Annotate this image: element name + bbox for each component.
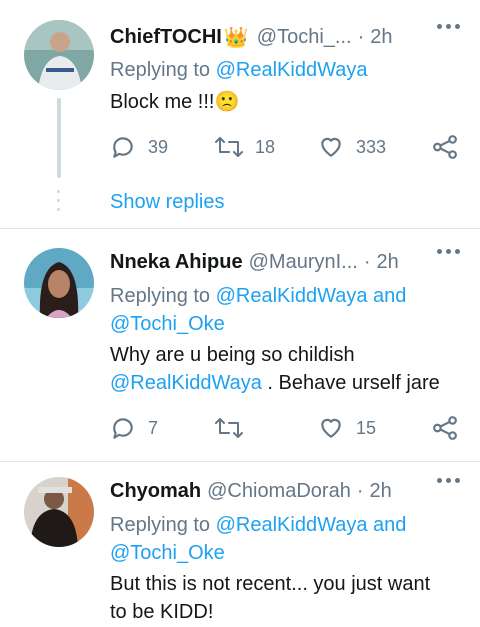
share-button[interactable] bbox=[432, 132, 458, 162]
timestamp[interactable]: 2h bbox=[377, 251, 399, 274]
timestamp[interactable]: 2h bbox=[370, 26, 392, 49]
tweet-text-line1: But this is not recent... you just want bbox=[110, 573, 431, 595]
separator-dot: · bbox=[357, 25, 365, 48]
tweet-chyomah[interactable]: Chyomah @ChiomaDorah · 2h Replying to @R… bbox=[0, 462, 480, 627]
avatar[interactable] bbox=[24, 477, 94, 547]
replying-prefix: Replying to bbox=[110, 514, 211, 536]
reply-icon bbox=[113, 418, 133, 439]
retweet-count: 18 bbox=[255, 136, 276, 157]
replying-and: and bbox=[373, 514, 407, 536]
replying-mention[interactable]: @RealKiddWaya bbox=[216, 514, 368, 536]
reply-count: 39 bbox=[148, 136, 169, 157]
like-button[interactable]: 15 bbox=[318, 413, 376, 443]
user-handle[interactable]: @ChiomaDorah bbox=[207, 480, 351, 503]
crown-emoji: 👑 bbox=[223, 26, 249, 49]
tweet-text: Why are u being so childish @RealKiddWay… bbox=[110, 341, 460, 397]
tweet-text: But this is not recent... you just want … bbox=[110, 570, 460, 626]
more-icon[interactable] bbox=[437, 249, 460, 254]
replying-mention[interactable]: @RealKiddWaya bbox=[216, 285, 368, 307]
show-replies-link[interactable]: Show replies bbox=[110, 191, 225, 214]
reply-button[interactable]: 7 bbox=[110, 413, 158, 443]
tweet-nneka[interactable]: Nneka Ahipue @MaurynI... · 2h Replying t… bbox=[0, 229, 480, 461]
retweet-icon bbox=[215, 137, 243, 157]
retweet-icon bbox=[215, 418, 243, 438]
like-icon bbox=[321, 137, 341, 157]
like-icon bbox=[321, 418, 341, 438]
retweet-button[interactable] bbox=[215, 413, 255, 443]
share-button[interactable] bbox=[432, 413, 458, 443]
tweet-header: ChiefTOCHI 👑 @Tochi_... · 2h bbox=[110, 22, 460, 52]
tweet-chieftochi[interactable]: ChiefTOCHI 👑 @Tochi_... · 2h Replying to… bbox=[0, 0, 480, 225]
thread-line bbox=[57, 98, 61, 178]
avatar[interactable] bbox=[24, 248, 94, 318]
display-name[interactable]: Nneka Ahipue bbox=[110, 251, 243, 274]
replying-line: Replying to @RealKiddWaya and @Tochi_Oke bbox=[110, 282, 460, 338]
replying-line: Replying to @RealKiddWaya bbox=[110, 56, 460, 84]
user-handle[interactable]: @Tochi_... bbox=[257, 26, 352, 49]
display-name[interactable]: Chyomah bbox=[110, 480, 201, 503]
like-count: 333 bbox=[356, 136, 387, 157]
reply-button[interactable]: 39 bbox=[110, 132, 168, 162]
timestamp[interactable]: 2h bbox=[370, 480, 392, 503]
share-icon bbox=[433, 135, 457, 159]
replying-mention[interactable]: @RealKiddWaya bbox=[216, 59, 368, 81]
replying-mention-2[interactable]: @Tochi_Oke bbox=[110, 542, 225, 564]
replying-and: and bbox=[373, 285, 407, 307]
like-count: 15 bbox=[356, 417, 377, 438]
reply-count: 7 bbox=[148, 417, 159, 438]
tweet-text-line2: . Behave urself jare bbox=[267, 372, 440, 394]
separator-dot: · bbox=[363, 250, 371, 273]
display-name[interactable]: ChiefTOCHI bbox=[110, 26, 222, 49]
tweet-actions: 7 15 bbox=[110, 413, 460, 443]
more-icon[interactable] bbox=[437, 24, 460, 29]
tweet-actions: 39 18 333 bbox=[110, 132, 460, 162]
like-button[interactable]: 333 bbox=[318, 132, 386, 162]
replying-prefix: Replying to bbox=[110, 285, 211, 307]
tweet-text-line2: to be KIDD! bbox=[110, 601, 214, 623]
tweet-header: Chyomah @ChiomaDorah · 2h bbox=[110, 476, 460, 506]
avatar[interactable] bbox=[24, 20, 94, 90]
replying-mention-2[interactable]: @Tochi_Oke bbox=[110, 313, 225, 335]
tweet-mention[interactable]: @RealKiddWaya bbox=[110, 372, 262, 394]
retweet-button[interactable]: 18 bbox=[215, 132, 275, 162]
thread-dots bbox=[57, 190, 61, 217]
tweet-text-line1: Why are u being so childish bbox=[110, 344, 355, 366]
replying-line: Replying to @RealKiddWaya and @Tochi_Oke bbox=[110, 511, 460, 567]
reply-icon bbox=[113, 137, 133, 158]
user-handle[interactable]: @MaurynI... bbox=[249, 251, 358, 274]
tweet-text: Block me !!!🙁 bbox=[110, 91, 240, 113]
replying-prefix: Replying to bbox=[110, 59, 211, 81]
tweet-header: Nneka Ahipue @MaurynI... · 2h bbox=[110, 247, 460, 277]
more-icon[interactable] bbox=[437, 478, 460, 483]
share-icon bbox=[433, 416, 457, 440]
separator-dot: · bbox=[356, 479, 364, 502]
